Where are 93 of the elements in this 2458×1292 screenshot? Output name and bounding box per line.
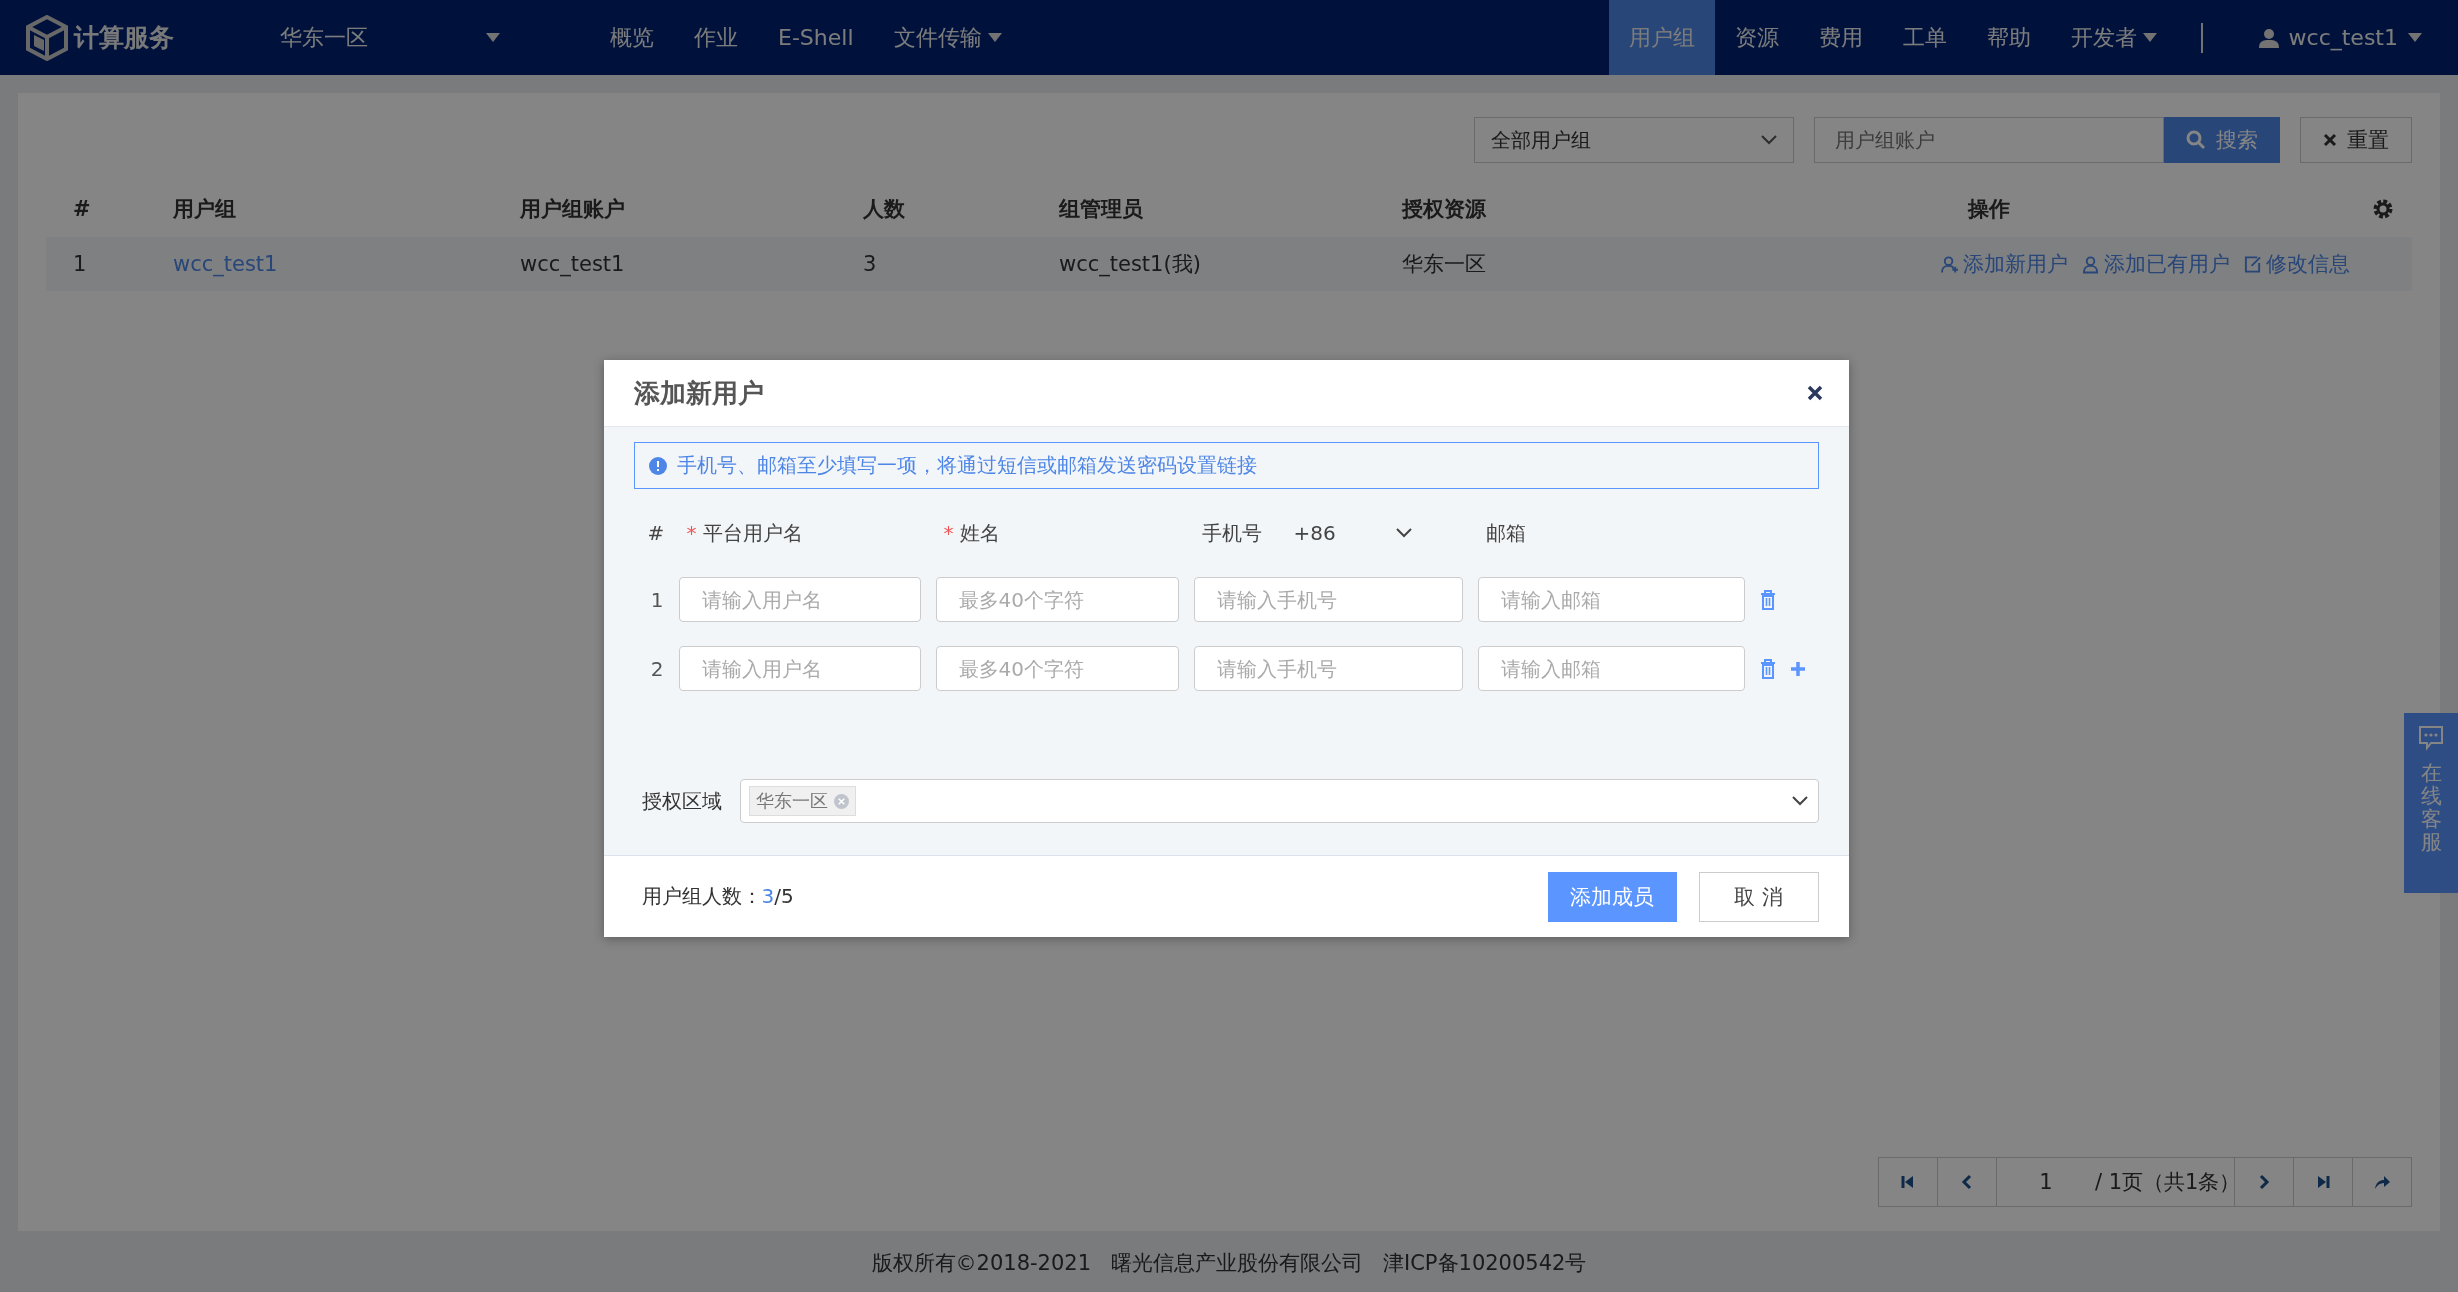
nav-menu-item[interactable]: 工单 — [1882, 0, 1967, 75]
column-header: 组管理员 — [1058, 196, 1144, 223]
region-tag: 华东一区 — [748, 786, 856, 816]
input-field[interactable]: 最多40个字符 — [935, 577, 1179, 622]
pager-button[interactable] — [2352, 1157, 2412, 1207]
trash-icon[interactable] — [1759, 658, 1776, 679]
pager-button[interactable] — [2293, 1157, 2353, 1207]
search-field[interactable]: 用户组账户 — [1814, 117, 2164, 163]
table-cell-text: 3 — [862, 252, 878, 276]
country-code-select[interactable]: +86 — [1293, 521, 1412, 545]
chevron-down-icon — [1761, 135, 1777, 145]
nav-menu-item[interactable]: 资源 — [1714, 0, 1799, 75]
input-field[interactable]: 请输入手机号 — [1193, 577, 1463, 622]
region-select[interactable]: 华东一区 — [739, 779, 1819, 823]
caret-icon — [486, 33, 500, 42]
column-header: 人数 — [862, 196, 906, 223]
column-label: 邮箱 — [1485, 519, 1526, 547]
column-label: # — [647, 521, 665, 545]
column-label: 手机号 — [1201, 519, 1262, 547]
column-label: 平台用户名 — [702, 519, 803, 547]
chevron-down-icon — [1395, 528, 1412, 538]
column-label: 姓名 — [959, 519, 1000, 547]
nav-menu-item[interactable]: 费用 — [1798, 0, 1883, 75]
search-button[interactable]: 搜索 — [2164, 117, 2280, 163]
notice-text: 手机号、邮箱至少填写一项，将通过短信或邮箱发送密码设置链接 — [676, 452, 1257, 479]
action-link[interactable]: 修改信息 — [2244, 250, 2350, 278]
share-arrow-icon — [2374, 1174, 2390, 1190]
group-filter-dropdown[interactable]: 全部用户组 — [1474, 117, 1794, 163]
column-header: 授权资源 — [1400, 196, 1487, 223]
input-field[interactable]: 请输入手机号 — [1193, 646, 1463, 691]
column-header: 用户组账户 — [519, 196, 626, 223]
footer-text: 版权所有©2018-2021 — [871, 1250, 1091, 1277]
member-count: 用户组人数：3/5 — [641, 883, 795, 910]
cancel-button[interactable]: 取 消 — [1698, 871, 1819, 922]
add-member-button[interactable]: 添加成员 — [1547, 871, 1677, 922]
search-icon — [2186, 130, 2206, 150]
trash-icon[interactable] — [1759, 589, 1776, 610]
table-cell-text: wcc_test1 — [519, 252, 626, 276]
edit-icon — [2244, 254, 2262, 274]
reset-button[interactable]: 重置 — [2300, 117, 2412, 163]
region-dropdown[interactable]: 华东一区 — [260, 0, 520, 75]
last-page-icon — [2315, 1174, 2331, 1190]
pager-button[interactable] — [1878, 1157, 1938, 1207]
action-link[interactable]: 添加新用户 — [1941, 250, 2068, 278]
close-icon[interactable] — [1806, 385, 1823, 401]
input-field[interactable]: 请输入用户名 — [678, 577, 921, 622]
required-asterisk: * — [943, 521, 954, 545]
nav-menu-item[interactable]: 开发者 — [2050, 0, 2177, 75]
field-label: 授权区域 — [641, 787, 722, 815]
action-link[interactable]: 添加已有用户 — [2082, 250, 2230, 278]
footer-text: 津ICP备10200542号 — [1383, 1250, 1587, 1277]
cube-logo-icon — [26, 14, 68, 61]
table-cell-text: 1 — [72, 252, 88, 276]
caret-icon — [2408, 33, 2422, 42]
nav-menu-item[interactable]: 作业 — [674, 0, 758, 75]
chevron-down-icon — [1791, 796, 1808, 806]
close-icon — [2323, 133, 2337, 147]
online-service-tab[interactable]: 在线客服 — [2404, 713, 2458, 893]
column-header: 用户组 — [172, 196, 237, 223]
plus-icon[interactable] — [1789, 660, 1806, 677]
page-info: / 1页（共1条） — [2095, 1157, 2235, 1207]
info-icon — [648, 456, 667, 475]
first-page-icon — [1900, 1174, 1916, 1190]
user-menu[interactable]: wcc_test1 — [2238, 0, 2458, 75]
settings-icon[interactable] — [2372, 198, 2394, 220]
nav-menu-item[interactable]: 文件传输 — [873, 0, 1022, 75]
logo-text: 计算服务 — [74, 22, 174, 54]
page-number-field[interactable]: 1 — [1996, 1157, 2096, 1207]
input-field[interactable]: 请输入邮箱 — [1477, 577, 1745, 622]
nav-menu-item[interactable]: 概览 — [590, 0, 674, 75]
required-asterisk: * — [686, 521, 697, 545]
nav-menu-item[interactable]: 用户组 — [1608, 0, 1715, 75]
dialog-title: 添加新用户 — [633, 376, 764, 410]
group-link[interactable]: wcc_test1 — [146, 252, 493, 276]
nav-menu-item[interactable]: E-Shell — [758, 0, 874, 75]
pager-button[interactable] — [2234, 1157, 2294, 1207]
column-header: # — [72, 197, 92, 221]
row-number: 1 — [649, 587, 664, 612]
input-field[interactable]: 最多40个字符 — [935, 646, 1179, 691]
chat-bubble-icon — [2417, 725, 2445, 751]
table-cell-text: wcc_test1(我) — [1058, 251, 1202, 278]
pager-button[interactable] — [1937, 1157, 1997, 1207]
nav-menu-item[interactable]: 帮助 — [1966, 0, 2051, 75]
input-field[interactable]: 请输入用户名 — [678, 646, 921, 691]
user-plus-icon — [1941, 254, 1959, 274]
remove-tag-icon[interactable] — [833, 793, 849, 809]
table-cell-text: 华东一区 — [1401, 251, 1487, 278]
input-field[interactable]: 请输入邮箱 — [1477, 646, 1745, 691]
footer-text: 曙光信息产业股份有限公司 — [1111, 1250, 1363, 1277]
user-icon — [2258, 27, 2279, 48]
user-icon — [2082, 254, 2100, 274]
row-number: 2 — [649, 656, 664, 681]
column-header: 操作 — [1966, 196, 2011, 223]
